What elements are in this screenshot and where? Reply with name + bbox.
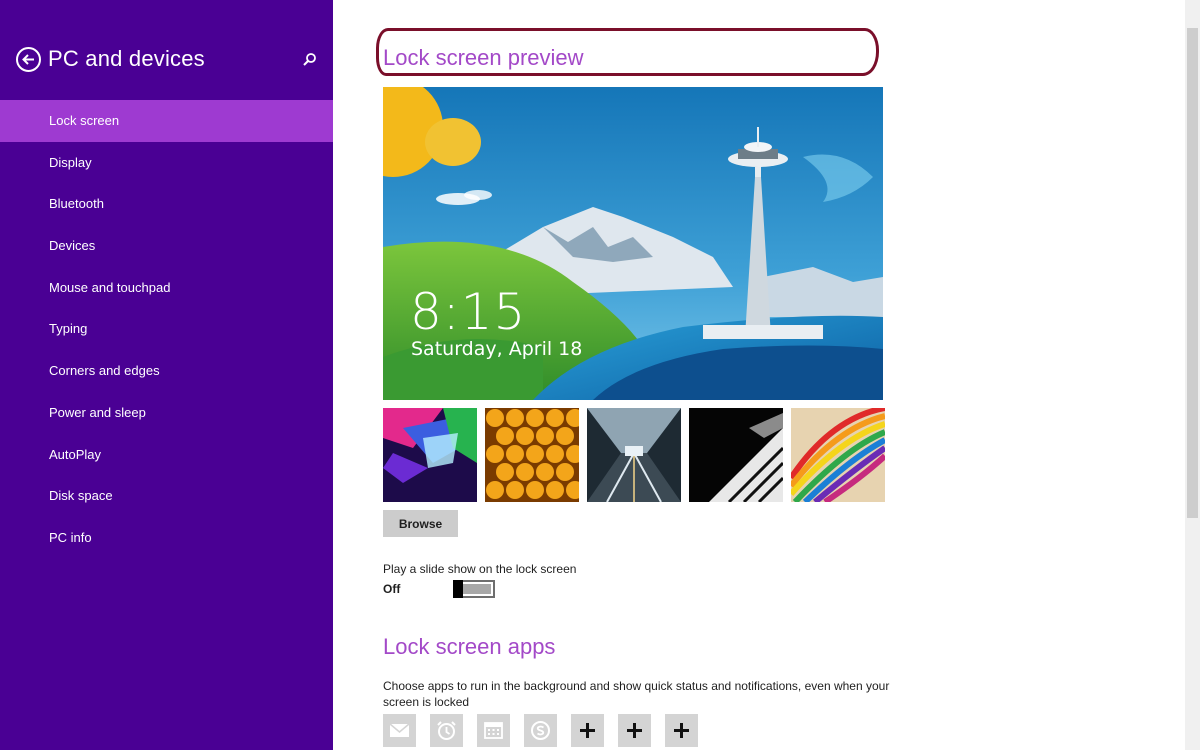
sidebar-item-devices[interactable]: Devices [0, 225, 333, 267]
sidebar-item-autoplay[interactable]: AutoPlay [0, 434, 333, 476]
sidebar-item-bluetooth[interactable]: Bluetooth [0, 183, 333, 225]
slideshow-toggle[interactable] [453, 580, 495, 598]
browse-button[interactable]: Browse [383, 510, 458, 537]
thumbnail-piano-keys[interactable] [689, 408, 783, 502]
sidebar-item-typing[interactable]: Typing [0, 308, 333, 350]
lock-screen-date: Saturday, April 18 [411, 338, 583, 360]
app-slot-mail[interactable] [383, 714, 416, 747]
sidebar-item-label: PC info [49, 529, 92, 545]
back-arrow-icon[interactable] [16, 47, 41, 72]
sidebar-item-label: Display [49, 154, 92, 170]
scrollbar-thumb[interactable] [1187, 28, 1198, 518]
toggle-knob [453, 580, 463, 598]
slideshow-toggle-state: Off [383, 582, 401, 596]
plus-icon [627, 723, 642, 738]
sidebar-item-label: Typing [49, 321, 88, 337]
main-content: Lock screen preview 8:15 Saturday, April… [333, 0, 1185, 750]
alarm-icon [437, 721, 456, 740]
calendar-icon [484, 722, 503, 739]
apps-description: Choose apps to run in the background and… [383, 679, 890, 709]
lock-screen-time: 8:15 [410, 283, 527, 341]
app-slot-add[interactable] [571, 714, 604, 747]
sidebar-header: PC and devices [0, 40, 333, 80]
sidebar-nav: Lock screen Display Bluetooth Devices Mo… [0, 100, 333, 559]
thumbnail-honeycomb[interactable] [485, 408, 579, 502]
app-slot-add[interactable] [618, 714, 651, 747]
sidebar-item-label: Bluetooth [49, 196, 104, 212]
sidebar-item-corners-and-edges[interactable]: Corners and edges [0, 350, 333, 392]
background-thumbnails [383, 408, 885, 502]
sidebar-item-label: Corners and edges [49, 363, 160, 379]
app-slot-add[interactable] [665, 714, 698, 747]
sidebar-item-label: Lock screen [49, 113, 120, 128]
thumbnail-light-tunnel[interactable] [587, 408, 681, 502]
sidebar-item-lock-screen[interactable]: Lock screen [0, 100, 333, 142]
sidebar-item-label: Power and sleep [49, 404, 146, 420]
sidebar-item-label: Devices [49, 238, 96, 254]
skype-icon [531, 721, 550, 740]
app-slot-alarm[interactable] [430, 714, 463, 747]
search-icon[interactable] [300, 50, 320, 70]
sidebar-item-mouse-and-touchpad[interactable]: Mouse and touchpad [0, 267, 333, 309]
plus-icon [580, 723, 595, 738]
sidebar-item-label: Mouse and touchpad [49, 279, 171, 295]
sidebar-item-pc-info[interactable]: PC info [0, 517, 333, 559]
sidebar: PC and devices Lock screen Display Bluet… [0, 0, 333, 750]
sidebar-item-label: AutoPlay [49, 446, 102, 462]
thumbnail-rainbow-stripes[interactable] [791, 408, 885, 502]
sidebar-item-disk-space[interactable]: Disk space [0, 475, 333, 517]
vertical-scrollbar[interactable] [1185, 0, 1200, 750]
sidebar-item-display[interactable]: Display [0, 142, 333, 184]
slideshow-label: Play a slide show on the lock screen [383, 562, 577, 576]
sidebar-item-power-and-sleep[interactable]: Power and sleep [0, 392, 333, 434]
plus-icon [674, 723, 689, 738]
app-slot-calendar[interactable] [477, 714, 510, 747]
sidebar-item-label: Disk space [49, 488, 113, 504]
thumbnail-abstract-color-panels[interactable] [383, 408, 477, 502]
preview-section-title: Lock screen preview [383, 45, 584, 70]
lock-screen-preview[interactable]: 8:15 Saturday, April 18 [383, 87, 883, 400]
page-title: PC and devices [48, 46, 205, 71]
app-slot-skype[interactable] [524, 714, 557, 747]
apps-section-title: Lock screen apps [383, 634, 556, 659]
mail-icon [389, 723, 410, 737]
